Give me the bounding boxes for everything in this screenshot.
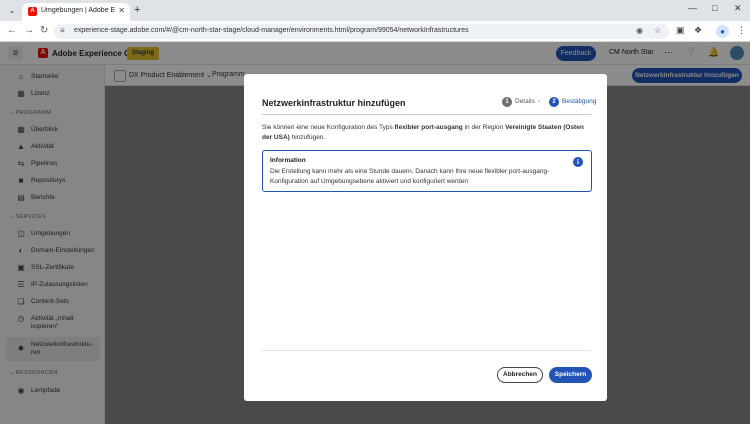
footer-divider — [262, 350, 591, 351]
close-tab-icon[interactable]: ✕ — [118, 6, 125, 15]
browser-tabbar: ⌄ A Umgebungen | Adobe Experience ✕ + — … — [0, 0, 750, 21]
desc-prefix: Sie können eine neue Konfiguration des T… — [262, 124, 395, 131]
info-text: Die Erstellung kann mehr als eine Stunde… — [270, 168, 550, 185]
dialog-description: Sie können eine neue Konfiguration des T… — [262, 123, 592, 143]
new-tab-icon[interactable]: + — [134, 4, 140, 16]
desc-middle: in der Region — [462, 124, 506, 131]
site-info-icon[interactable]: ≡ — [60, 26, 65, 35]
translate-icon[interactable]: ▣ — [676, 25, 685, 36]
bookmark-star-icon[interactable]: ☆ — [654, 26, 661, 35]
information-box: Information Die Erstellung kann mehr als… — [262, 150, 592, 192]
browser-toolbar: ← → ↻ ≡ experience-stage.adobe.com/#/@cm… — [0, 21, 750, 42]
extensions-icon[interactable]: ❖ — [694, 25, 702, 36]
forward-icon[interactable]: → — [24, 25, 34, 36]
step-1-indicator: 1 — [502, 97, 512, 107]
chevron-right-icon: › — [538, 98, 541, 105]
tab-title: Umgebungen | Adobe Experience — [41, 7, 115, 14]
step-2-indicator: 2 — [549, 97, 559, 107]
save-button[interactable]: Speichern — [549, 367, 592, 383]
back-icon[interactable]: ← — [7, 25, 17, 36]
add-network-infrastructure-dialog: Netzwerkinfrastruktur hinzufügen 1 Detai… — [244, 74, 607, 401]
profile-icon[interactable]: ● — [716, 25, 729, 38]
cancel-button[interactable]: Abbrechen — [497, 367, 543, 383]
dialog-title: Netzwerkinfrastruktur hinzufügen — [262, 98, 406, 108]
address-bar[interactable]: ≡ experience-stage.adobe.com/#/@cm-north… — [54, 24, 669, 39]
desc-type: flexibler port-ausgang — [394, 124, 463, 131]
tab-search-icon[interactable]: ⌄ — [6, 5, 18, 17]
eye-off-icon[interactable]: ◉ — [636, 26, 643, 35]
desc-suffix: hinzufügen. — [289, 134, 326, 141]
reload-icon[interactable]: ↻ — [40, 25, 48, 36]
step-1-label: Details — [515, 98, 535, 105]
close-window-icon[interactable]: ✕ — [734, 3, 742, 14]
menu-dots-icon[interactable]: ⋮ — [737, 25, 746, 36]
info-title: Information — [270, 157, 306, 164]
adobe-favicon-icon: A — [28, 7, 37, 16]
minimize-icon[interactable]: — — [688, 3, 697, 13]
browser-tab[interactable]: A Umgebungen | Adobe Experience ✕ — [22, 3, 130, 21]
maximize-icon[interactable]: □ — [712, 3, 717, 13]
url-text: experience-stage.adobe.com/#/@cm-north-s… — [74, 27, 469, 34]
step-2-label: Bestätigung — [562, 98, 597, 105]
info-icon: i — [573, 157, 583, 167]
dialog-divider — [262, 114, 591, 115]
